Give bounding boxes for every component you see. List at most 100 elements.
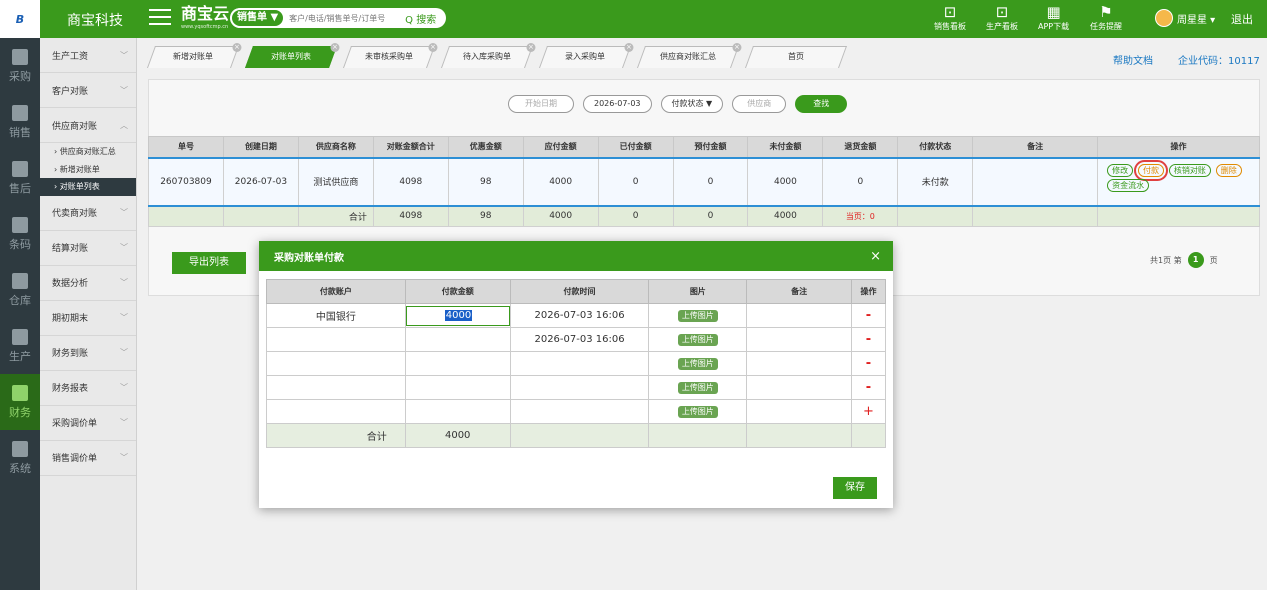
start-date-input[interactable]: 开始日期 bbox=[508, 95, 574, 113]
submenu-item-data-analysis[interactable]: 数据分析 ﹀ bbox=[40, 266, 136, 301]
remove-row-button[interactable]: - bbox=[866, 356, 871, 371]
time-input[interactable] bbox=[509, 375, 650, 400]
submenu-item-consignee-recon[interactable]: 代卖商对账 ﹀ bbox=[40, 196, 136, 231]
add-row-button[interactable]: + bbox=[863, 404, 874, 419]
close-icon[interactable]: × bbox=[870, 249, 881, 264]
avatar bbox=[1155, 9, 1173, 27]
upload-image-button[interactable]: 上传图片 bbox=[677, 405, 718, 418]
module-purchase[interactable]: 采购 bbox=[0, 38, 40, 94]
tab-close-icon[interactable]: × bbox=[232, 43, 242, 52]
note-input[interactable] bbox=[746, 303, 852, 328]
submenu-sub-supplier-summary[interactable]: › 供应商对账汇总 bbox=[40, 143, 136, 161]
tab-enter-po[interactable]: 录入采购单 × bbox=[538, 43, 634, 68]
module-aftersales[interactable]: 售后 bbox=[0, 150, 40, 206]
tab-supplier-summary[interactable]: 供应商对账汇总 × bbox=[636, 43, 742, 68]
time-input[interactable] bbox=[509, 399, 650, 424]
remove-row-button[interactable]: - bbox=[866, 308, 871, 323]
tab-pending-inbound-po[interactable]: 待入库采购单 × bbox=[440, 43, 536, 68]
upload-image-button[interactable]: 上传图片 bbox=[677, 309, 718, 322]
submenu-item-supplier-recon[interactable]: 供应商对账 ︿ bbox=[40, 108, 136, 143]
chevron-down-icon: ﹀ bbox=[120, 85, 128, 95]
chevron-down-icon: ﹀ bbox=[120, 243, 128, 252]
payment-row: 中国银行 4000 2026-07-03 16:06 上传图片 - bbox=[266, 303, 886, 328]
submenu-item-customer-recon[interactable]: 客户对账 ﹀ bbox=[40, 73, 136, 108]
app-download-button[interactable]: ▦ APP下载 bbox=[1038, 3, 1069, 32]
submenu-item-finance-report[interactable]: 财务报表 ﹀ bbox=[40, 371, 136, 406]
submenu-item-sales-price[interactable]: 销售调价单 ﹀ bbox=[40, 441, 136, 476]
search-type-select[interactable]: 销售单 ▼ bbox=[230, 8, 286, 28]
account-select[interactable] bbox=[266, 375, 406, 400]
find-button[interactable]: 查找 bbox=[795, 95, 848, 113]
tab-close-icon[interactable]: × bbox=[526, 43, 536, 52]
note-input[interactable] bbox=[746, 351, 852, 376]
amount-input[interactable] bbox=[404, 351, 511, 376]
submenu-sub-statement-list[interactable]: › 对账单列表 bbox=[40, 178, 136, 196]
table-row[interactable]: 260703809 2026-07-03 测试供应商 4098 98 4000 … bbox=[148, 156, 1260, 207]
production-board-button[interactable]: ⊡ 生产看板 bbox=[986, 3, 1018, 32]
supplier-input[interactable]: 供应商 bbox=[732, 95, 787, 113]
time-input[interactable]: 2026-07-03 16:06 bbox=[509, 327, 650, 352]
submenu-item-purchase-price[interactable]: 采购调价单 ﹀ bbox=[40, 406, 136, 441]
tab-unaudited-po[interactable]: 未审核采购单 × bbox=[342, 43, 438, 68]
menu-toggle-icon[interactable] bbox=[149, 9, 171, 27]
remove-row-button[interactable]: - bbox=[866, 332, 871, 347]
account-select[interactable] bbox=[266, 327, 406, 352]
amount-input[interactable]: 4000 bbox=[404, 303, 511, 328]
account-select[interactable]: 中国银行 bbox=[266, 303, 406, 328]
search-button[interactable]: Q 搜索 bbox=[405, 11, 436, 26]
amount-input[interactable] bbox=[404, 327, 511, 352]
help-docs-link[interactable]: 帮助文档 bbox=[1113, 52, 1153, 67]
submenu-sub-new-statement[interactable]: › 新增对账单 bbox=[40, 161, 136, 179]
submenu-item-finance-arrival[interactable]: 财务到账 ﹀ bbox=[40, 336, 136, 371]
fund-flow-button[interactable]: 资金流水 bbox=[1107, 178, 1150, 192]
remove-row-button[interactable]: - bbox=[866, 380, 871, 395]
amount-input[interactable] bbox=[404, 399, 511, 424]
pay-status-select[interactable]: 付款状态 ▼ bbox=[660, 95, 724, 113]
module-barcode[interactable]: 条码 bbox=[0, 206, 40, 262]
tab-home[interactable]: 首页 bbox=[744, 46, 848, 68]
upload-image-button[interactable]: 上传图片 bbox=[677, 357, 718, 370]
time-input[interactable]: 2026-07-03 16:06 bbox=[509, 303, 650, 328]
tab-close-icon[interactable]: × bbox=[624, 43, 634, 52]
submenu-item-period[interactable]: 期初期末 ﹀ bbox=[40, 301, 136, 336]
delete-button[interactable]: 删除 bbox=[1215, 163, 1242, 177]
tab-new-statement[interactable]: 新增对账单 × bbox=[146, 43, 242, 68]
upload-image-button[interactable]: 上传图片 bbox=[677, 333, 718, 346]
upload-image-button[interactable]: 上传图片 bbox=[677, 381, 718, 394]
sales-board-button[interactable]: ⊡ 销售看板 bbox=[934, 3, 966, 32]
verify-recon-button[interactable]: 核销对账 bbox=[1168, 163, 1211, 177]
module-system[interactable]: 系统 bbox=[0, 430, 40, 486]
module-production[interactable]: 生产 bbox=[0, 318, 40, 374]
user-menu[interactable]: 周星星 ▾ bbox=[1155, 9, 1215, 27]
task-reminder-button[interactable]: ⚑ 任务提醒 bbox=[1090, 3, 1122, 32]
pay-button[interactable]: 付款 bbox=[1133, 159, 1168, 181]
tab-close-icon[interactable]: × bbox=[330, 43, 340, 52]
account-select[interactable] bbox=[266, 399, 406, 424]
module-sales[interactable]: 销售 bbox=[0, 94, 40, 150]
edit-button[interactable]: 修改 bbox=[1107, 163, 1134, 177]
note-input[interactable] bbox=[746, 375, 852, 400]
chevron-down-icon: ﹀ bbox=[120, 50, 128, 60]
time-input[interactable] bbox=[509, 351, 650, 376]
tab-statement-list[interactable]: 对账单列表 × bbox=[244, 43, 340, 68]
export-list-button[interactable]: 导出列表 bbox=[172, 252, 246, 274]
amount-input[interactable] bbox=[404, 375, 511, 400]
module-warehouse[interactable]: 仓库 bbox=[0, 262, 40, 318]
payment-row: 上传图片 - bbox=[266, 375, 886, 400]
account-select[interactable] bbox=[266, 351, 406, 376]
pagination: 共1页 第 1 页 bbox=[1150, 252, 1218, 268]
submenu-item-settlement[interactable]: 结算对账 ﹀ bbox=[40, 231, 136, 266]
tab-close-icon[interactable]: × bbox=[428, 43, 438, 52]
note-input[interactable] bbox=[746, 327, 852, 352]
module-finance[interactable]: 财务 bbox=[0, 374, 40, 430]
end-date-input[interactable]: 2026-07-03 bbox=[583, 95, 652, 113]
note-input[interactable] bbox=[746, 399, 852, 424]
page-number-button[interactable]: 1 bbox=[1187, 252, 1204, 268]
save-button[interactable]: 保存 bbox=[833, 477, 877, 499]
logout-link[interactable]: 退出 bbox=[1231, 11, 1253, 27]
submenu-item-production-wages[interactable]: 生产工资 ﹀ bbox=[40, 38, 136, 73]
search-input[interactable] bbox=[285, 13, 406, 23]
corp-code: 企业代码：10117 bbox=[1178, 56, 1260, 67]
tab-close-icon[interactable]: × bbox=[732, 43, 742, 52]
flag-icon: ⚑ bbox=[1099, 3, 1113, 21]
